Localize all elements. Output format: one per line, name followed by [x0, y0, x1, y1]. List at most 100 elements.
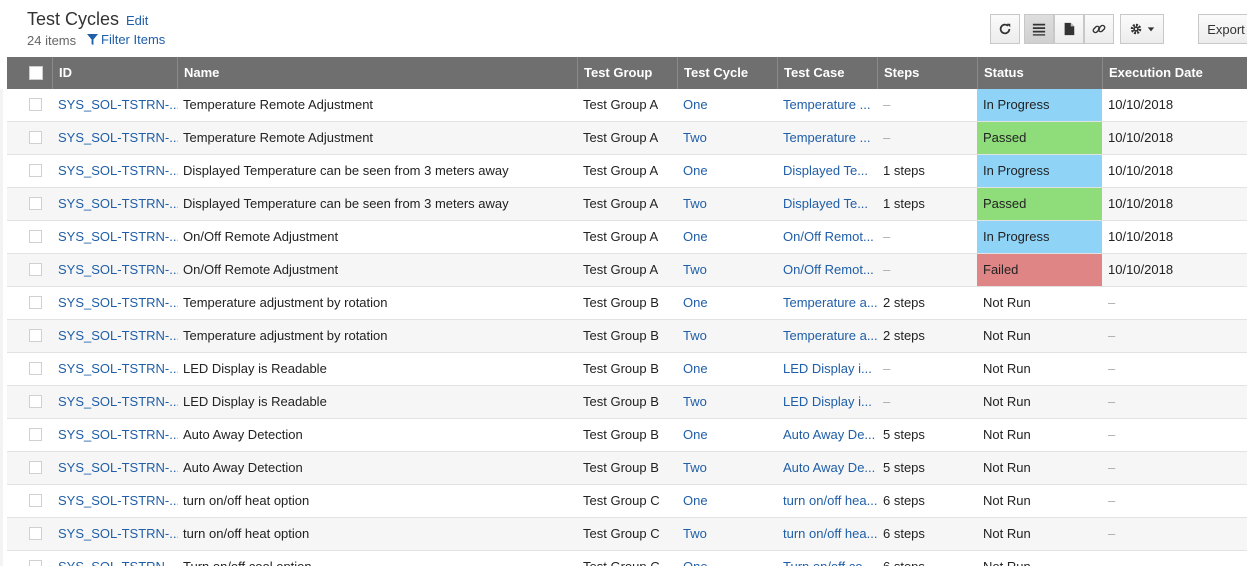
cell-test-case[interactable]: Displayed Te...: [777, 155, 877, 187]
row-checkbox[interactable]: [29, 329, 42, 342]
table-row[interactable]: SYS_SOL-TSTRN-... Temperature Remote Adju…: [7, 122, 1247, 155]
cell-id[interactable]: SYS_SOL-TSTRN-...: [52, 287, 178, 319]
cell-id[interactable]: SYS_SOL-TSTRN-...: [52, 452, 178, 484]
column-header-execution-date[interactable]: Execution Date: [1102, 57, 1247, 89]
table-header: ID Name Test Group Test Cycle Test Case …: [7, 57, 1247, 89]
column-header-name[interactable]: Name: [177, 57, 577, 89]
table-row[interactable]: SYS_SOL-TSTRN-... Temperature Remote Adju…: [7, 89, 1247, 122]
table-row[interactable]: SYS_SOL-TSTRN-... turn on/off heat option…: [7, 518, 1247, 551]
column-header-id[interactable]: ID: [52, 57, 178, 89]
cell-id[interactable]: SYS_SOL-TSTRN-...: [52, 320, 178, 352]
cell-test-cycle[interactable]: One: [677, 89, 777, 121]
table-row[interactable]: SYS_SOL-TSTRN-... Displayed Temperature c…: [7, 155, 1247, 188]
cell-execution-date: 10/10/2018: [1108, 163, 1174, 178]
cell-id[interactable]: SYS_SOL-TSTRN-...: [52, 188, 178, 220]
cell-test-cycle[interactable]: Two: [677, 320, 777, 352]
table-row[interactable]: SYS_SOL-TSTRN-... Displayed Temperature c…: [7, 188, 1247, 221]
cell-id[interactable]: SYS_SOL-TSTRN-...: [52, 551, 178, 566]
list-view-button[interactable]: [1024, 14, 1054, 44]
cell-test-cycle[interactable]: One: [677, 353, 777, 385]
settings-dropdown-button[interactable]: [1120, 14, 1164, 44]
cell-test-case[interactable]: turn on/off hea...: [777, 518, 877, 550]
row-checkbox[interactable]: [29, 362, 42, 375]
table-row[interactable]: SYS_SOL-TSTRN-... On/Off Remote Adjustmen…: [7, 221, 1247, 254]
cell-test-cycle[interactable]: One: [677, 551, 777, 566]
column-header-steps[interactable]: Steps: [877, 57, 977, 89]
table-row[interactable]: SYS_SOL-TSTRN-... turn on/off heat option…: [7, 485, 1247, 518]
cell-test-case[interactable]: Temperature ...: [777, 122, 877, 154]
cell-id[interactable]: SYS_SOL-TSTRN-...: [52, 485, 178, 517]
list-view-icon: [1032, 23, 1046, 36]
cell-id[interactable]: SYS_SOL-TSTRN-...: [52, 353, 178, 385]
cell-id[interactable]: SYS_SOL-TSTRN-...: [52, 386, 178, 418]
cell-test-case[interactable]: turn on/off hea...: [777, 485, 877, 517]
cell-id[interactable]: SYS_SOL-TSTRN-...: [52, 419, 178, 451]
cell-test-case[interactable]: Turn on/off co...: [777, 551, 877, 566]
row-checkbox[interactable]: [29, 263, 42, 276]
document-view-button[interactable]: [1054, 14, 1084, 44]
edit-title-link[interactable]: Edit: [126, 13, 148, 28]
table-row[interactable]: SYS_SOL-TSTRN-... On/Off Remote Adjustmen…: [7, 254, 1247, 287]
cell-test-case[interactable]: Temperature a...: [777, 287, 877, 319]
link-button[interactable]: [1084, 14, 1114, 44]
cell-test-cycle[interactable]: One: [677, 221, 777, 253]
cell-test-cycle[interactable]: One: [677, 155, 777, 187]
cell-test-cycle[interactable]: Two: [677, 518, 777, 550]
cell-steps: 5 steps: [883, 427, 925, 442]
table-row[interactable]: SYS_SOL-TSTRN-... LED Display is Readable…: [7, 386, 1247, 419]
cell-id[interactable]: SYS_SOL-TSTRN-...: [52, 254, 178, 286]
cell-test-case[interactable]: Auto Away De...: [777, 419, 877, 451]
cell-test-group: Test Group B: [583, 295, 659, 310]
cell-test-case[interactable]: On/Off Remot...: [777, 221, 877, 253]
cell-test-case[interactable]: Temperature a...: [777, 320, 877, 352]
cell-test-case[interactable]: LED Display i...: [777, 386, 877, 418]
cell-id[interactable]: SYS_SOL-TSTRN-...: [52, 155, 178, 187]
cell-test-cycle[interactable]: Two: [677, 254, 777, 286]
cell-test-cycle[interactable]: Two: [677, 386, 777, 418]
table-row[interactable]: SYS_SOL-TSTRN-... Auto Away Detection Test…: [7, 419, 1247, 452]
cell-id[interactable]: SYS_SOL-TSTRN-...: [52, 518, 178, 550]
cell-test-cycle[interactable]: Two: [677, 452, 777, 484]
row-checkbox[interactable]: [29, 527, 42, 540]
cell-status: Not Run: [983, 427, 1031, 442]
cell-test-case[interactable]: Displayed Te...: [777, 188, 877, 220]
cell-execution-date: 10/10/2018: [1108, 130, 1174, 145]
cell-test-cycle[interactable]: One: [677, 485, 777, 517]
cell-id[interactable]: SYS_SOL-TSTRN-...: [52, 122, 178, 154]
table-row[interactable]: SYS_SOL-TSTRN-...Turn on/off cool option…: [7, 551, 1247, 566]
row-checkbox[interactable]: [29, 395, 42, 408]
cell-test-cycle[interactable]: Two: [677, 122, 777, 154]
row-checkbox[interactable]: [29, 461, 42, 474]
row-checkbox[interactable]: [29, 494, 42, 507]
cell-test-case[interactable]: Auto Away De...: [777, 452, 877, 484]
cell-test-case[interactable]: Temperature ...: [777, 89, 877, 121]
filter-items-link[interactable]: Filter Items: [87, 32, 165, 47]
row-checkbox[interactable]: [29, 197, 42, 210]
cell-test-cycle[interactable]: One: [677, 419, 777, 451]
row-checkbox[interactable]: [29, 164, 42, 177]
cell-test-cycle[interactable]: Two: [677, 188, 777, 220]
row-checkbox[interactable]: [29, 296, 42, 309]
cell-test-case[interactable]: On/Off Remot...: [777, 254, 877, 286]
cell-status: In Progress: [977, 89, 1102, 121]
cell-id[interactable]: SYS_SOL-TSTRN-...: [52, 221, 178, 253]
cell-test-case[interactable]: LED Display i...: [777, 353, 877, 385]
row-checkbox[interactable]: [29, 560, 42, 566]
column-header-test-group[interactable]: Test Group: [577, 57, 677, 89]
row-checkbox[interactable]: [29, 131, 42, 144]
row-checkbox[interactable]: [29, 230, 42, 243]
table-row[interactable]: SYS_SOL-TSTRN-... LED Display is Readable…: [7, 353, 1247, 386]
table-row[interactable]: SYS_SOL-TSTRN-... Temperature adjustment …: [7, 287, 1247, 320]
row-checkbox[interactable]: [29, 98, 42, 111]
cell-test-cycle[interactable]: One: [677, 287, 777, 319]
column-header-test-case[interactable]: Test Case: [777, 57, 877, 89]
row-checkbox[interactable]: [29, 428, 42, 441]
table-row[interactable]: SYS_SOL-TSTRN-... Auto Away Detection Test…: [7, 452, 1247, 485]
refresh-button[interactable]: [990, 14, 1020, 44]
column-header-test-cycle[interactable]: Test Cycle: [677, 57, 777, 89]
column-header-status[interactable]: Status: [977, 57, 1102, 89]
export-button[interactable]: Export: [1198, 14, 1247, 44]
table-row[interactable]: SYS_SOL-TSTRN-... Temperature adjustment …: [7, 320, 1247, 353]
cell-id[interactable]: SYS_SOL-TSTRN-...: [52, 89, 178, 121]
select-all-checkbox[interactable]: [29, 66, 43, 80]
